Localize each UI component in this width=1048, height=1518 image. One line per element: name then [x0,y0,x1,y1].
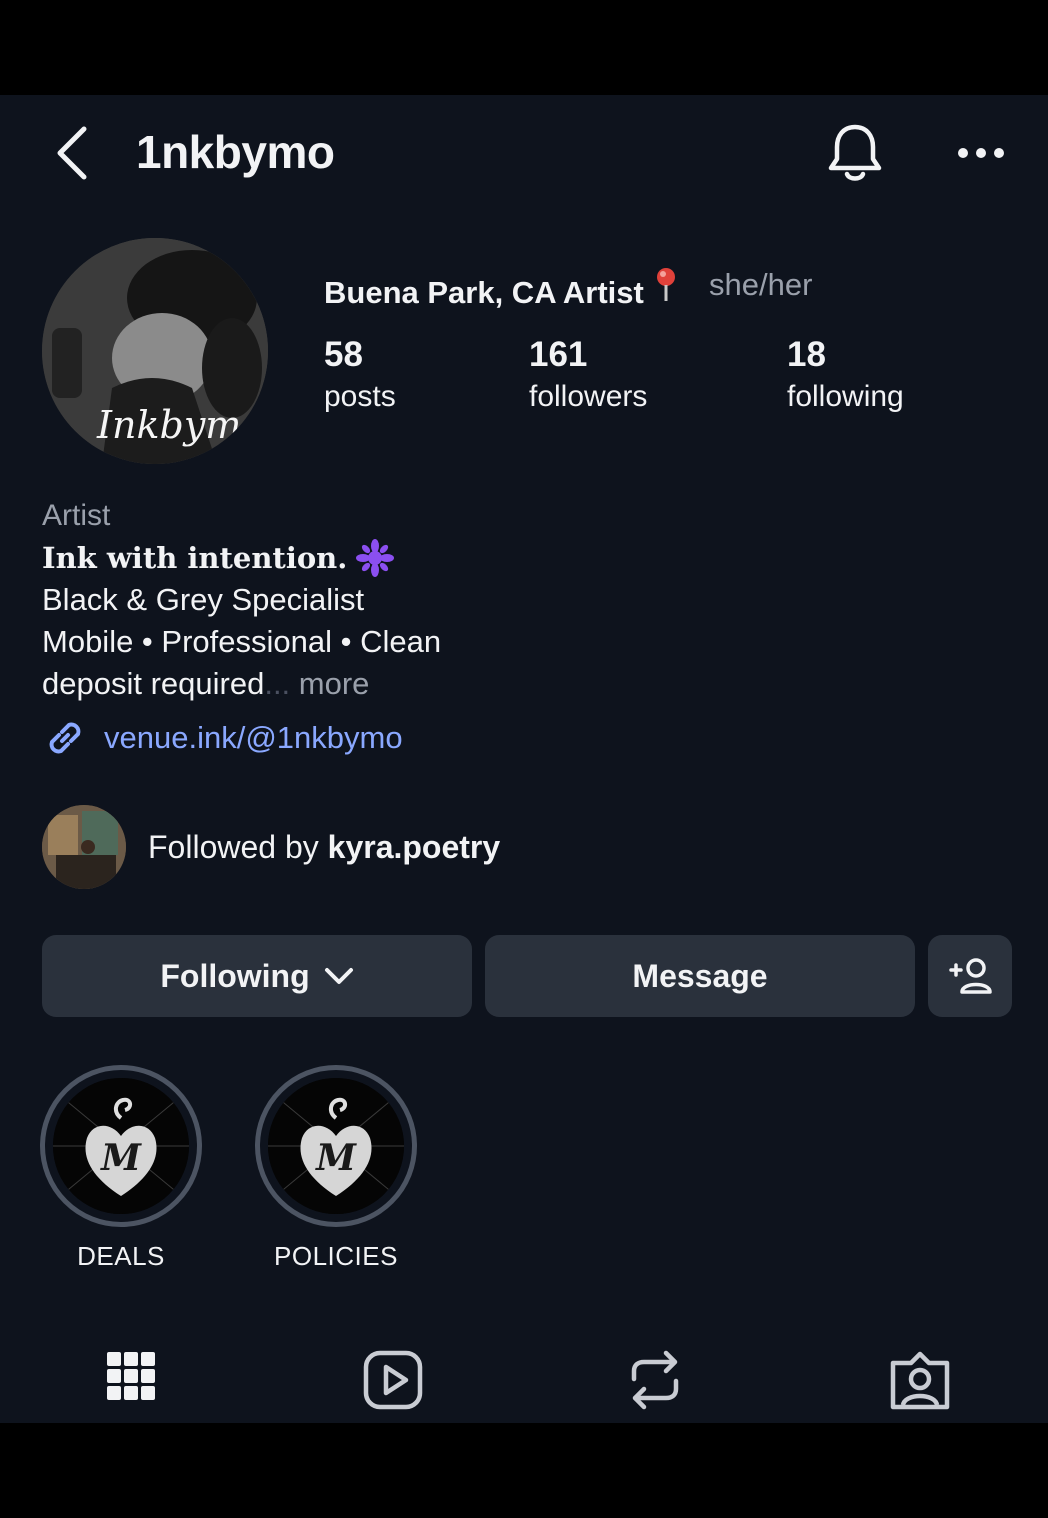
bio-more-link[interactable]: more [299,666,370,701]
stat-followers[interactable]: 161 followers [529,335,647,417]
followed-by[interactable]: Followed by kyra.poetry [42,805,500,889]
profile-tabs [0,1345,1048,1423]
followed-by-text: Followed by kyra.poetry [148,829,500,866]
grid-icon [107,1352,155,1400]
message-button[interactable]: Message [485,935,915,1017]
more-options-button[interactable] [954,135,1008,171]
message-button-label: Message [632,957,768,994]
chevron-left-icon [57,126,87,180]
sparkle-icon [356,539,395,577]
bio-line-3: deposit required... more [42,663,642,705]
tab-grid[interactable] [96,1345,166,1415]
stat-followers-value: 161 [529,335,588,374]
tagged-icon [890,1351,950,1410]
highlight-ring: M [255,1065,417,1227]
pin-icon [654,267,678,311]
back-button[interactable] [48,123,98,183]
location-text: Buena Park, CA Artist [324,275,644,310]
chevron-down-icon [324,968,353,984]
highlight-deals-label: DEALS [77,1241,165,1271]
link-icon [49,722,81,754]
profile-location: Buena Park, CA Artist [324,267,678,311]
bio-line-1: Black & Grey Specialist [42,582,365,617]
pronouns: she/her [709,267,813,302]
highlight-deals[interactable]: M DEALS [36,1065,206,1272]
profile-screen: 1nkbymo Inkbymo Buena Park, CA Artist sh… [0,95,1048,1423]
highlight-ring: M [40,1065,202,1227]
stat-posts-value: 58 [324,335,363,374]
profile-avatar[interactable]: Inkbymo [42,238,268,464]
highlight-policies[interactable]: M POLICIES [251,1065,421,1272]
highlight-cover: M [268,1078,404,1214]
following-button[interactable]: Following [42,935,472,1017]
top-bar: 1nkbymo [0,95,1048,215]
bio-section: Artist Ink with intention. Black & Grey … [42,495,642,761]
stat-posts[interactable]: 58 posts [324,335,396,417]
reposts-icon [631,1350,679,1410]
tab-tagged[interactable] [885,1345,955,1415]
stat-following-label: following [787,380,904,413]
stat-following[interactable]: 18 following [787,335,904,417]
bio-line-2: Mobile • Professional • Clean [42,624,442,659]
bio-link-text: venue.ink/@1nkbymo [104,720,403,755]
followed-by-name: kyra.poetry [327,828,501,865]
more-horizontal-icon [958,148,1004,158]
suggest-people-button[interactable] [928,935,1012,1017]
avatar-photo: Inkbymo [42,238,268,464]
followed-by-prefix: Followed by [148,828,319,865]
bio-tagline-text: Ink with intention. [42,541,348,575]
bio-ellipsis: ... [264,666,291,701]
stat-following-value: 18 [787,335,826,374]
profile-username: 1nkbymo [136,126,335,178]
tab-reposts[interactable] [620,1345,690,1415]
bell-icon [828,124,882,181]
reels-icon [363,1350,423,1410]
mutual-follower-avatar [42,805,126,889]
stat-followers-label: followers [529,380,648,413]
avatar-signature: Inkbymo [96,403,264,447]
bio-link[interactable]: venue.ink/@1nkbymo [42,715,642,761]
add-person-icon [949,958,992,994]
bio-category: Artist [42,499,111,532]
notifications-button[interactable] [824,121,886,185]
svg-text:M: M [99,1137,142,1179]
svg-text:M: M [314,1137,357,1179]
following-button-label: Following [160,957,310,994]
highlight-cover: M [53,1078,189,1214]
stat-posts-label: posts [324,380,396,413]
bio-tagline: Ink with intention. [42,537,642,579]
bio-line-3-text: deposit required [42,666,265,701]
tab-reels[interactable] [358,1345,428,1415]
highlight-policies-label: POLICIES [274,1241,398,1271]
